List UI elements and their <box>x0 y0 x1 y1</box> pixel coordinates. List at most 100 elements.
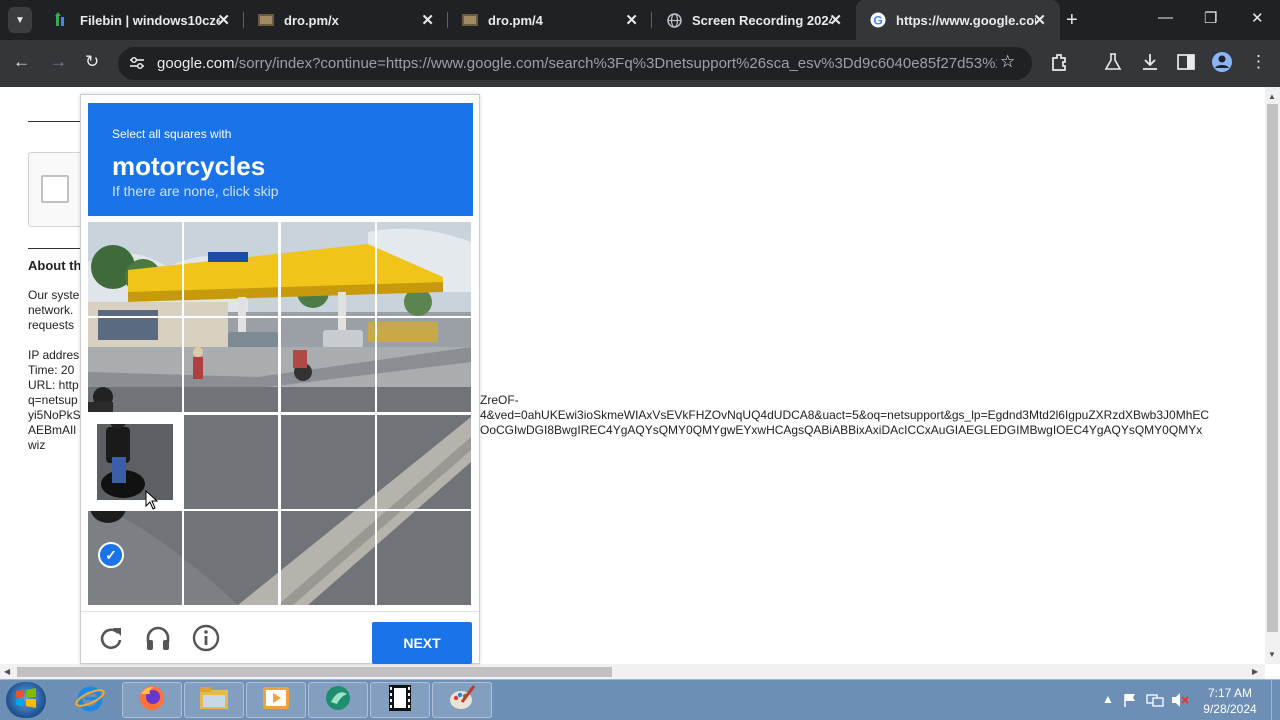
taskbar-paint[interactable] <box>432 682 492 718</box>
close-icon[interactable]: ✕ <box>829 11 842 29</box>
image-tile[interactable] <box>88 414 182 509</box>
tile-photo <box>376 414 471 509</box>
image-tile[interactable] <box>376 318 471 413</box>
new-tab-button[interactable]: + <box>1066 9 1078 32</box>
challenge-footer: NEXT <box>81 611 479 664</box>
site-info-icon[interactable] <box>128 54 146 77</box>
minimize-button[interactable]: — <box>1158 9 1173 26</box>
image-tile[interactable] <box>184 222 279 316</box>
show-hidden-icons[interactable]: ▲ <box>1102 692 1114 706</box>
close-icon[interactable]: ✕ <box>217 11 230 29</box>
scroll-left-arrow-icon[interactable]: ◀ <box>4 667 10 676</box>
url-line: wiz <box>28 438 46 452</box>
image-tile[interactable] <box>184 510 279 605</box>
challenge-instruction: Select all squares with <box>112 127 232 141</box>
image-tile[interactable] <box>88 318 182 413</box>
restore-button[interactable]: ❐ <box>1204 9 1217 27</box>
divider <box>28 248 80 249</box>
tab-title: Filebin | windows10czeo <box>80 12 220 28</box>
reload-challenge-icon[interactable] <box>97 624 125 652</box>
bookmark-star-icon[interactable]: ☆ <box>1000 52 1015 72</box>
action-center-flag-icon[interactable] <box>1122 692 1138 711</box>
tile-photo <box>280 318 375 413</box>
back-button[interactable]: ← <box>13 52 30 72</box>
challenge-target: motorcycles <box>112 151 266 181</box>
extensions-icon[interactable] <box>1050 52 1070 77</box>
tab-google-active[interactable]: G https://www.google.com ✕ <box>856 0 1060 40</box>
audio-challenge-icon[interactable] <box>144 624 172 652</box>
image-tile[interactable] <box>280 510 375 605</box>
clock-date: 9/28/2024 <box>1203 702 1257 716</box>
scroll-down-arrow-icon[interactable]: ▼ <box>1268 650 1276 659</box>
tile-photo <box>184 510 279 605</box>
reload-button[interactable]: ↻ <box>85 52 99 72</box>
close-icon[interactable]: ✕ <box>625 11 638 29</box>
image-tile[interactable] <box>376 222 471 316</box>
about-line: requests <box>28 318 75 332</box>
tile-photo <box>376 510 471 605</box>
forward-button[interactable]: → <box>50 52 67 72</box>
clock-time: 7:17 AM <box>1207 686 1253 700</box>
tab-dro-4[interactable]: dro.pm/4 ✕ <box>448 0 652 40</box>
download-icon[interactable] <box>1140 52 1160 77</box>
volume-muted-icon[interactable] <box>1170 692 1190 711</box>
url-path: /sorry/index?continue=https://www.google… <box>234 55 997 72</box>
tile-photo <box>88 318 182 413</box>
info-icon[interactable] <box>192 624 220 652</box>
tile-photo <box>184 318 279 413</box>
tab-search-button[interactable]: ▼ <box>8 7 32 33</box>
scroll-right-arrow-icon[interactable]: ▶ <box>1252 667 1258 676</box>
about-line: network. <box>28 303 74 317</box>
taskbar-green-app[interactable] <box>308 682 368 718</box>
more-menu-icon[interactable]: ⋮ <box>1250 52 1267 72</box>
url-line: yi5NoPkS <box>28 408 81 422</box>
url-text[interactable]: google.com/sorry/index?continue=https://… <box>157 55 997 73</box>
image-tile[interactable] <box>376 414 471 509</box>
tab-filebin[interactable]: Filebin | windows10czeo ✕ <box>40 0 244 40</box>
network-icon[interactable] <box>1146 692 1164 711</box>
about-line: Our syste <box>28 288 80 302</box>
globe-icon <box>666 12 682 28</box>
taskbar-file-explorer[interactable] <box>184 682 244 718</box>
taskbar-firefox[interactable] <box>122 682 182 718</box>
filebin-icon <box>54 12 70 28</box>
firefox-icon <box>138 684 166 717</box>
image-tile[interactable] <box>184 318 279 413</box>
vertical-scroll-thumb[interactable] <box>1267 104 1278 632</box>
close-icon[interactable]: ✕ <box>1033 11 1046 29</box>
image-tile[interactable] <box>280 414 375 509</box>
image-tile[interactable] <box>280 318 375 413</box>
side-panel-icon[interactable] <box>1176 52 1196 77</box>
horizontal-scroll-thumb[interactable] <box>17 667 612 677</box>
challenge-header: Select all squares with motorcycles If t… <box>88 103 473 216</box>
tile-photo <box>280 222 375 316</box>
tab-title: https://www.google.com <box>896 12 1036 28</box>
media-player-icon <box>262 685 290 716</box>
tab-screen-recording[interactable]: Screen Recording 2024-0 ✕ <box>652 0 856 40</box>
close-icon[interactable]: ✕ <box>421 11 434 29</box>
image-tile[interactable] <box>184 414 279 509</box>
recaptcha-checkbox[interactable] <box>41 175 69 203</box>
taskbar-internet-explorer[interactable] <box>60 682 120 718</box>
url-line-right: 4&ved=0ahUKEwi3ioSkmeWIAxVsEVkFHZOvNqUQ4… <box>480 408 1210 422</box>
tab-title: dro.pm/x <box>284 12 339 28</box>
image-tile[interactable] <box>376 510 471 605</box>
window-close-button[interactable]: ✕ <box>1251 9 1264 27</box>
next-button[interactable]: NEXT <box>372 622 472 664</box>
labs-flask-icon[interactable] <box>1104 52 1122 77</box>
system-clock[interactable]: 7:17 AM 9/28/2024 <box>1198 685 1262 717</box>
tab-dro-x[interactable]: dro.pm/x ✕ <box>244 0 448 40</box>
scroll-up-arrow-icon[interactable]: ▲ <box>1268 92 1276 101</box>
ip-label: IP addres <box>28 348 80 362</box>
show-desktop-button[interactable] <box>1271 680 1280 720</box>
tile-photo <box>184 414 279 509</box>
profile-avatar-icon[interactable] <box>1211 51 1233 78</box>
tab-title: Screen Recording 2024-0 <box>692 12 832 28</box>
taskbar-video-app[interactable] <box>370 682 430 718</box>
tile-photo <box>280 510 375 605</box>
image-grid: ✓ <box>88 222 473 605</box>
image-tile[interactable] <box>280 222 375 316</box>
taskbar-media-player[interactable] <box>246 682 306 718</box>
image-tile[interactable] <box>88 222 182 316</box>
start-button[interactable] <box>6 682 46 718</box>
